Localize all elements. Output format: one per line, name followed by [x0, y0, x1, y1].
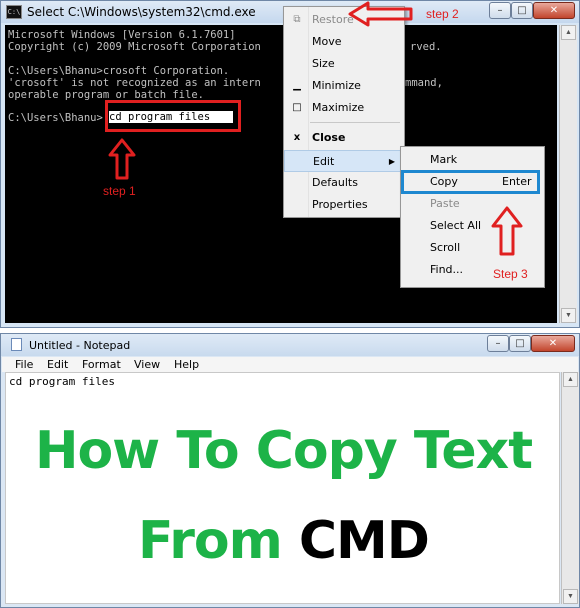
notepad-titlebar[interactable]: Untitled - Notepad – □ ✕ [1, 334, 579, 356]
step1-highlight-box [105, 100, 241, 132]
menu-item-close[interactable]: x Close [284, 127, 404, 149]
console-prompt: C:\Users\Bhanu> [8, 112, 103, 124]
step1-arrow-icon [108, 138, 136, 180]
console-line: C:\Users\Bhanu>crosoft Corporation. [8, 65, 230, 77]
copy-highlight-box [401, 170, 540, 194]
menu-edit[interactable]: Edit [47, 358, 68, 371]
menu-format[interactable]: Format [82, 358, 121, 371]
notepad-menubar: File Edit Format View Help [2, 357, 578, 372]
menu-item-label: Size [312, 57, 335, 70]
menu-item-label: Mark [430, 153, 458, 166]
restore-icon: ⧉ [293, 14, 301, 25]
scroll-up-icon[interactable]: ▲ [561, 25, 576, 40]
headline-line2: From CMD [6, 511, 559, 571]
headline-line1: How To Copy Text [34, 421, 533, 481]
scroll-down-icon[interactable]: ▼ [561, 308, 576, 323]
headline-cmd: CMD [298, 511, 430, 571]
maximize-button[interactable]: □ [509, 335, 531, 352]
menu-item-mark[interactable]: Mark [401, 149, 544, 171]
notepad-content: cd program files [9, 375, 115, 388]
system-menu: ⧉ Restore Move Size ▁ Minimize □ Maximize x… [283, 6, 405, 218]
menu-item-label: Close [312, 131, 346, 144]
console-line-tail: rved. [410, 41, 442, 53]
console-line: Copyright (c) 2009 Microsoft Corporation [8, 41, 261, 53]
console-line-tail: mmand, [405, 77, 443, 89]
menu-item-maximize[interactable]: □ Maximize [284, 97, 404, 119]
menu-item-properties[interactable]: Properties [284, 194, 404, 216]
maximize-button[interactable]: □ [511, 2, 533, 19]
menu-item-size[interactable]: Size [284, 53, 404, 75]
step1-label: step 1 [103, 184, 136, 198]
notepad-app-icon[interactable] [11, 338, 22, 351]
notepad-window-title: Untitled - Notepad [29, 339, 131, 352]
menu-item-label: Edit [313, 155, 335, 168]
notepad-text-area[interactable]: cd program files How To Copy Text From C… [5, 372, 560, 604]
cmd-window-title: Select C:\Windows\system32\cmd.exe [27, 5, 256, 19]
menu-item-label: Defaults [312, 176, 358, 189]
menu-item-minimize[interactable]: ▁ Minimize [284, 75, 404, 97]
submenu-arrow-icon: ▶ [388, 157, 395, 166]
step3-arrow-icon [491, 206, 523, 256]
console-line: 'crosoft' is not recognized as an intern [8, 77, 261, 89]
minimize-button[interactable]: – [487, 335, 509, 352]
menu-item-move[interactable]: Move [284, 31, 404, 53]
menu-view[interactable]: View [134, 358, 160, 371]
menu-help[interactable]: Help [174, 358, 199, 371]
scroll-up-icon[interactable]: ▲ [563, 372, 578, 387]
cmd-app-icon[interactable]: C:\ [6, 5, 22, 19]
close-button[interactable]: ✕ [531, 335, 575, 352]
close-icon: x [293, 132, 301, 143]
menu-item-edit[interactable]: Edit ▶ [284, 150, 404, 172]
console-line: Microsoft Windows [Version 6.1.7601] [8, 29, 236, 41]
menu-item-label: Paste [430, 197, 460, 210]
minimize-button[interactable]: – [489, 2, 511, 19]
menu-file[interactable]: File [15, 358, 33, 371]
menu-item-label: Maximize [312, 101, 365, 114]
menu-item-defaults[interactable]: Defaults [284, 172, 404, 194]
menu-item-label: Find... [430, 263, 464, 276]
menu-item-label: Minimize [312, 79, 361, 92]
notepad-scrollbar[interactable]: ▲ ▼ [561, 372, 579, 604]
close-button[interactable]: ✕ [533, 2, 575, 19]
menu-item-label: Move [312, 35, 342, 48]
cmd-scrollbar[interactable]: ▲ ▼ [559, 25, 577, 323]
step2-arrow-icon [348, 1, 413, 27]
headline-from: From [138, 511, 299, 571]
step3-label: Step 3 [493, 267, 528, 281]
minimize-icon: ▁ [293, 80, 301, 91]
menu-separator [310, 122, 400, 123]
menu-item-label: Scroll [430, 241, 461, 254]
maximize-icon: □ [292, 102, 302, 113]
notepad-window: Untitled - Notepad – □ ✕ File Edit Forma… [0, 333, 580, 608]
step2-label: step 2 [426, 7, 459, 21]
scroll-down-icon[interactable]: ▼ [563, 589, 578, 604]
menu-item-label: Select All [430, 219, 482, 232]
menu-item-label: Properties [312, 198, 368, 211]
